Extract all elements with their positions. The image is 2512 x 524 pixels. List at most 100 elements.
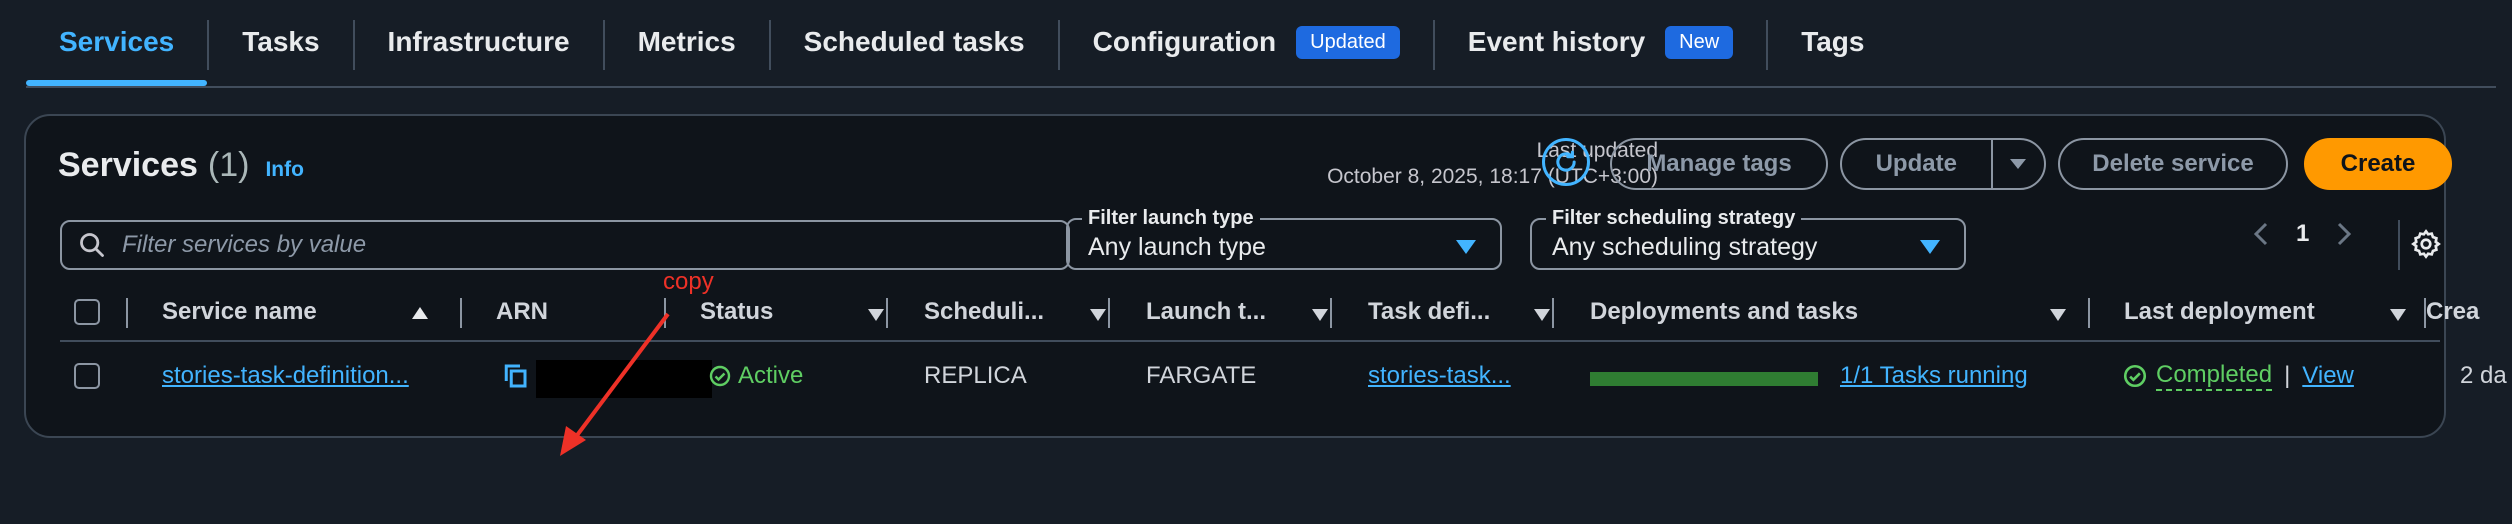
button-label: Manage tags (1646, 150, 1792, 177)
last-updated-label: Last updated (1536, 139, 1658, 162)
scheduling-strategy-label: Filter scheduling strategy (1546, 207, 1802, 230)
info-link[interactable]: Info (265, 158, 303, 181)
separator: | (2284, 362, 2291, 389)
create-button[interactable]: Create (2304, 138, 2452, 190)
refresh-icon (1556, 150, 1576, 172)
tab-infrastructure[interactable]: Infrastructure (355, 0, 603, 84)
launch-type-value: FARGATE (1146, 362, 1257, 389)
status-success-icon (709, 365, 731, 387)
tab-metrics[interactable]: Metrics (605, 0, 769, 84)
manage-tags-button[interactable]: Manage tags (1610, 138, 1828, 190)
last-deployment-status: Completed | View (2122, 356, 2354, 396)
update-dropdown-button[interactable] (1993, 157, 2044, 171)
tab-scheduled-tasks[interactable]: Scheduled tasks (771, 0, 1058, 84)
deployment-completed-text[interactable]: Completed (2156, 361, 2273, 391)
button-label: Create (2340, 150, 2416, 177)
tab-label: Services (59, 26, 175, 57)
view-deployment-link[interactable]: View (2302, 362, 2354, 390)
status-text: Active (738, 362, 804, 389)
panel-title-text: Services (58, 146, 198, 184)
column-created[interactable]: Crea (2426, 284, 2479, 340)
update-button[interactable]: Update (1842, 150, 1991, 178)
column-divider (886, 298, 888, 328)
sort-icon[interactable] (868, 309, 884, 321)
column-last-deployment[interactable]: Last deployment (2124, 284, 2315, 340)
tab-tasks[interactable]: Tasks (209, 0, 352, 84)
chevron-left-icon[interactable] (2252, 221, 2270, 247)
column-task-definition[interactable]: Task defi... (1368, 284, 1490, 340)
launch-type-label: Filter launch type (1082, 207, 1260, 230)
copy-annotation-label: copy (663, 268, 714, 295)
button-label: Delete service (2092, 150, 2254, 177)
column-divider (460, 298, 462, 328)
scheduling-strategy-value: Any scheduling strategy (1552, 232, 1818, 261)
annotation-arrow-icon (560, 312, 670, 456)
column-divider (1552, 298, 1554, 328)
launch-type-value: Any launch type (1088, 232, 1266, 261)
service-name-link[interactable]: stories-task-definition... (162, 356, 409, 396)
refresh-button[interactable] (1542, 138, 1590, 186)
column-divider (2088, 298, 2090, 328)
select-all-checkbox[interactable] (74, 299, 100, 325)
new-badge: New (1665, 25, 1734, 59)
launch-type-select[interactable]: Filter launch type Any launch type (1066, 207, 1502, 270)
tasks-progress-fill (1590, 372, 1818, 386)
column-divider (1108, 298, 1110, 328)
tab-services[interactable]: Services (26, 0, 208, 86)
table-header: Service name ARN Status Scheduli... Laun… (60, 284, 2440, 342)
status-active: Active (708, 356, 803, 396)
tab-label: Scheduled tasks (803, 26, 1025, 57)
created-value: 2 da (2460, 362, 2507, 389)
panel-title: Services (1) Info (58, 146, 304, 185)
search-input[interactable] (120, 230, 1024, 260)
chevron-right-icon[interactable] (2335, 221, 2353, 247)
sort-icon[interactable] (1090, 309, 1106, 321)
scheduling-strategy-select[interactable]: Filter scheduling strategy Any schedulin… (1530, 207, 1966, 270)
tab-label: Infrastructure (387, 26, 570, 57)
tab-label: Event history (1467, 26, 1646, 57)
caret-down-icon (1456, 240, 1476, 254)
pagination-divider (2398, 220, 2400, 270)
search-field[interactable] (60, 220, 1070, 270)
tab-tags[interactable]: Tags (1768, 0, 1897, 84)
tab-label: Configuration (1092, 26, 1277, 57)
sort-icon[interactable] (2390, 309, 2406, 321)
last-updated-value: October 8, 2025, 18:17 (UTC+3:00) (1327, 165, 1658, 188)
sort-ascending-icon[interactable] (412, 307, 428, 319)
delete-service-button[interactable]: Delete service (2058, 138, 2288, 190)
row-checkbox[interactable] (74, 363, 100, 389)
column-launch-type[interactable]: Launch t... (1146, 284, 1266, 340)
status-success-icon (2123, 364, 2147, 388)
services-panel: Services (1) Info Last updated October 8, … (24, 114, 2507, 456)
tab-label: Metrics (637, 26, 736, 57)
copy-arn-button[interactable] (500, 356, 530, 396)
column-divider (126, 298, 128, 328)
column-scheduling[interactable]: Scheduli... (924, 284, 1044, 340)
tab-label: Tasks (242, 26, 320, 57)
tab-label: Tags (1801, 26, 1865, 57)
task-definition-link[interactable]: stories-task... (1368, 356, 1511, 396)
column-arn: ARN (496, 298, 548, 325)
tab-bar: Services Tasks Infrastructure Metrics Sc… (26, 0, 2496, 88)
tasks-running-link[interactable]: 1/1 Tasks running (1840, 356, 2028, 396)
last-updated: Last updated October 8, 2025, 18:17 (UTC… (1327, 138, 1658, 190)
tab-event-history[interactable]: Event history New (1435, 0, 1766, 84)
caret-down-icon (1920, 240, 1940, 254)
column-service-name[interactable]: Service name (162, 284, 317, 340)
sort-icon[interactable] (1312, 309, 1328, 321)
tab-configuration[interactable]: Configuration Updated (1060, 0, 1433, 84)
service-count: (1) (207, 146, 250, 184)
sort-icon[interactable] (1534, 309, 1550, 321)
preferences-button[interactable] (2410, 228, 2442, 265)
caret-down-icon (2010, 159, 2027, 169)
column-deployments-tasks[interactable]: Deployments and tasks (1590, 284, 1858, 340)
copy-icon (504, 364, 527, 388)
search-icon (80, 233, 104, 257)
update-split-button: Update (1840, 138, 2046, 190)
updated-badge: Updated (1296, 25, 1400, 59)
sort-icon[interactable] (2050, 309, 2066, 321)
page-number[interactable]: 1 (2296, 220, 2309, 248)
column-divider (1330, 298, 1332, 328)
scheduling-value: REPLICA (924, 362, 1027, 389)
gear-icon (2411, 229, 2441, 259)
